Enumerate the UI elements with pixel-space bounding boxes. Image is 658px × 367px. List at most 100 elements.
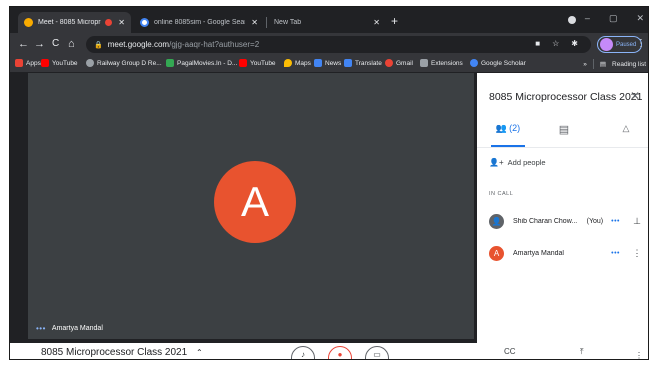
reading-list-button[interactable]: Reading list <box>612 61 646 68</box>
news-icon <box>314 59 322 67</box>
you-tag: (You) <box>586 217 604 225</box>
toolbar-icons: ■ ☆ ✱ <box>535 39 578 48</box>
back-button[interactable]: ← <box>18 37 29 51</box>
youtube-icon <box>41 59 49 67</box>
meeting-title[interactable]: 8085 Microprocessor Class 2021 ⌃ <box>41 347 203 358</box>
video-tile[interactable]: A ••• Amartya Mandal <box>28 73 474 339</box>
browser-window: Meet - 8085 Microprocessor ✕ online 8085… <box>9 6 649 360</box>
mic-button[interactable]: ♪ <box>291 346 315 359</box>
forward-button[interactable]: → <box>34 37 45 51</box>
gmail-icon <box>385 59 393 67</box>
minimize-button[interactable]: – <box>585 13 590 24</box>
avatar: 👤 <box>489 213 504 229</box>
google-favicon-icon <box>140 18 149 27</box>
meet-area: A ••• Amartya Mandal 8085 Microprocessor… <box>10 73 648 359</box>
translate-icon <box>344 59 352 67</box>
tile-more-icon[interactable]: ••• <box>36 324 46 333</box>
url-path: /gjg-aaqr-hat?authuser=2 <box>169 40 260 49</box>
bookmark-railway[interactable]: Railway Group D Re... <box>86 59 162 67</box>
url-host: meet.google.com <box>107 40 170 49</box>
more-options-icon[interactable]: ⋮ <box>635 351 643 359</box>
panel-title: 8085 Microprocessor Class 2021 <box>489 91 643 103</box>
extensions-puzzle-icon[interactable]: ✱ <box>571 39 578 48</box>
tile-participant-name: Amartya Mandal <box>51 325 103 332</box>
leave-call-button[interactable]: ● <box>328 346 352 359</box>
bookmarks-right: » ▤ Reading list <box>583 59 646 69</box>
recording-icon <box>105 19 113 26</box>
chevron-up-icon: ⌃ <box>195 348 203 357</box>
camera-indicator-icon[interactable]: ■ <box>535 39 540 48</box>
browser-toolbar: ← → C ⌂ 🔒 meet.google.com /gjg-aaqr-hat?… <box>10 33 648 56</box>
bookmark-extensions[interactable]: Extensions <box>420 59 463 67</box>
bookmark-translate[interactable]: Translate <box>344 59 382 67</box>
profile-avatar <box>600 38 613 51</box>
close-window-button[interactable]: ✕ <box>636 13 644 24</box>
participant-row[interactable]: 👤 Shib Charan Chow... (You) ••• ⊥ <box>489 211 642 231</box>
address-bar[interactable]: 🔒 meet.google.com /gjg-aaqr-hat?authuser… <box>86 36 591 53</box>
reading-list-icon: ▤ <box>599 61 607 68</box>
camera-button[interactable]: ▭ <box>365 346 389 359</box>
pin-icon[interactable]: ⊥ <box>632 216 642 227</box>
close-tab-icon[interactable]: ✕ <box>118 18 125 27</box>
meet-bottom-bar: 8085 Microprocessor Class 2021 ⌃ ♪ ● ▭ C… <box>10 343 648 359</box>
bookmark-pagalmovies[interactable]: PagalMovies.In - D... <box>166 59 237 67</box>
bookmark-youtube-2[interactable]: YouTube <box>239 59 276 67</box>
camera-icon: ▭ <box>373 350 381 359</box>
bookmark-scholar[interactable]: Google Scholar <box>470 59 526 67</box>
bookmark-gmail[interactable]: Gmail <box>385 59 413 67</box>
profile-status: Paused <box>616 41 637 48</box>
tab-separator <box>266 17 267 28</box>
bookmark-maps[interactable]: Maps <box>284 59 311 67</box>
kebab-icon[interactable]: ⋮ <box>632 248 642 259</box>
profile-indicator-icon[interactable] <box>568 16 576 24</box>
close-panel-button[interactable]: ✕ <box>630 89 640 103</box>
avatar: A <box>489 245 504 261</box>
add-people-label: Add people <box>507 158 546 167</box>
tile-name-tag: ••• Amartya Mandal <box>36 324 103 333</box>
in-call-heading: IN CALL <box>489 191 514 197</box>
more-options-icon[interactable]: ••• <box>611 250 620 257</box>
captions-icon[interactable]: CC <box>504 347 516 356</box>
bookmark-youtube[interactable]: YouTube <box>41 59 78 67</box>
maximize-button[interactable]: ▢ <box>609 13 618 24</box>
participant-row[interactable]: A Amartya Mandal ••• ⋮ <box>489 243 642 263</box>
extensions-icon <box>420 59 428 67</box>
close-tab-icon[interactable]: ✕ <box>373 18 380 27</box>
home-button[interactable]: ⌂ <box>68 37 75 51</box>
chat-icon: ▤ <box>558 124 570 136</box>
bookmark-star-icon[interactable]: ☆ <box>552 39 559 48</box>
lock-icon: 🔒 <box>94 41 103 49</box>
tab-newtab[interactable]: New Tab ✕ <box>268 12 386 33</box>
present-icon[interactable]: ⤒ <box>580 347 584 357</box>
new-tab-button[interactable]: + <box>391 15 398 27</box>
close-tab-icon[interactable]: ✕ <box>251 18 258 27</box>
people-count: (2) <box>509 123 521 133</box>
participant-name: Shib Charan Chow... <box>513 217 578 225</box>
bookmark-apps[interactable]: Apps <box>15 59 41 67</box>
railway-icon <box>86 59 94 67</box>
movies-icon <box>166 59 174 67</box>
tab-strip: Meet - 8085 Microprocessor ✕ online 8085… <box>10 7 648 33</box>
scholar-icon <box>470 59 478 67</box>
participant-name: Amartya Mandal <box>513 249 564 257</box>
add-people-button[interactable]: 👤+ Add people <box>489 158 546 167</box>
maps-icon <box>284 59 292 67</box>
tab-activities[interactable]: △ <box>611 123 641 145</box>
tab-meet[interactable]: Meet - 8085 Microprocessor ✕ <box>18 12 131 33</box>
more-options-icon[interactable]: ••• <box>611 218 620 225</box>
participant-avatar-large: A <box>214 161 296 243</box>
mic-icon: ♪ <box>301 350 305 359</box>
tab-search[interactable]: online 8085sim - Google Search ✕ <box>134 12 264 33</box>
bookmarks-overflow-button[interactable]: » <box>583 61 587 68</box>
apps-grid-icon <box>15 59 23 67</box>
youtube-icon <box>239 59 247 67</box>
activities-icon: △ <box>622 123 630 133</box>
end-call-icon: ● <box>337 350 343 359</box>
tab-label: Meet - 8085 Microprocessor <box>38 19 101 26</box>
browser-menu-icon[interactable]: ⋮ <box>636 38 646 49</box>
add-person-icon: 👤+ <box>489 158 504 167</box>
reload-button[interactable]: C <box>52 37 59 51</box>
tab-people[interactable]: 👥 (2) <box>491 123 525 145</box>
bookmark-news[interactable]: News <box>314 59 341 67</box>
tab-chat[interactable]: ▤ <box>549 123 579 145</box>
